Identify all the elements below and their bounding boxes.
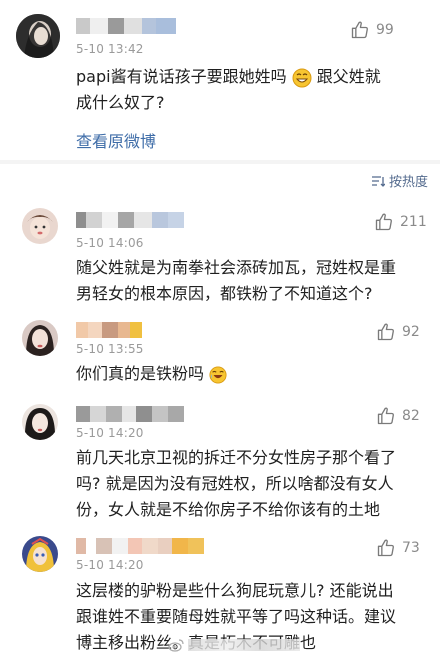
post-like-count: 99 bbox=[376, 22, 394, 38]
thumbs-up-icon bbox=[375, 213, 392, 231]
view-original-link[interactable]: 查看原微博 bbox=[76, 128, 156, 152]
comment-like-button[interactable]: 211 bbox=[374, 212, 427, 232]
comment-like-count: 82 bbox=[402, 408, 420, 424]
comment-timestamp: 5-10 14:20 bbox=[76, 426, 144, 440]
comment-text-line: 这层楼的驴粉是些什么狗屁玩意儿? 还能说出 bbox=[76, 581, 394, 600]
comment-like-button[interactable]: 82 bbox=[376, 406, 420, 426]
original-post: 5-10 13:42 99 papi酱有说话孩子要跟她姓吗 跟父姓就 成什么奴了… bbox=[0, 0, 440, 160]
avatar[interactable] bbox=[22, 404, 58, 440]
comment-timestamp: 5-10 13:55 bbox=[76, 342, 144, 356]
comment-text-line: 前几天北京卫视的拆迁不分女性房子那个看了 bbox=[76, 448, 397, 467]
watermark bbox=[168, 638, 300, 652]
comment-text-line: 男轻女的根本原因，都铁粉了不知道这个? bbox=[76, 284, 373, 303]
comment-like-button[interactable]: 92 bbox=[376, 322, 420, 342]
comment-text-line: 吗? 就是因为没有冠姓权，所以啥都没有女人 bbox=[76, 474, 394, 493]
comment-text-line: 你们真的是铁粉吗 bbox=[76, 364, 205, 383]
post-text-line1b: 跟父姓就 bbox=[316, 67, 381, 86]
post-text-line1: papi酱有说话孩子要跟她姓吗 bbox=[76, 67, 287, 86]
thumbs-up-icon bbox=[377, 323, 394, 341]
comment-timestamp: 5-10 14:20 bbox=[76, 558, 144, 572]
comment-text: 你们真的是铁粉吗 bbox=[76, 361, 227, 387]
comment-timestamp: 5-10 14:06 bbox=[76, 236, 144, 250]
avatar[interactable] bbox=[22, 208, 58, 244]
thumbs-up-icon bbox=[377, 407, 394, 425]
comment-text: 前几天北京卫视的拆迁不分女性房子那个看了 吗? 就是因为没有冠姓权，所以啥都没有… bbox=[76, 445, 396, 523]
avatar[interactable] bbox=[22, 536, 58, 572]
comment-like-button[interactable]: 73 bbox=[376, 538, 420, 558]
avatar[interactable] bbox=[16, 14, 60, 58]
comment-text-line: 随父姓就是为南拳社会添砖加瓦，冠姓权是重 bbox=[76, 258, 397, 277]
comment-item: 5-10 14:20 82 前几天北京卫视的拆迁不分女性房子那个看了 吗? 就是… bbox=[0, 396, 440, 524]
post-timestamp: 5-10 13:42 bbox=[76, 42, 144, 56]
comment-text: 随父姓就是为南拳社会添砖加瓦，冠姓权是重 男轻女的根本原因，都铁粉了不知道这个? bbox=[76, 255, 396, 307]
thumbs-up-icon bbox=[351, 21, 368, 39]
thumbs-up-icon bbox=[377, 539, 394, 557]
weibo-logo-icon bbox=[168, 639, 184, 652]
grin-emoji-icon bbox=[292, 68, 312, 87]
laugh-cry-emoji-icon bbox=[209, 365, 227, 384]
avatar[interactable] bbox=[22, 320, 58, 356]
username-blurred[interactable] bbox=[76, 212, 184, 228]
post-like-button[interactable]: 99 bbox=[350, 20, 394, 40]
comment-text-line: 份，女人就是不给你房子不给你该有的土地 bbox=[76, 500, 381, 519]
sort-label: 按热度 bbox=[388, 175, 428, 190]
avatar-image bbox=[22, 536, 58, 572]
username-blurred[interactable] bbox=[76, 322, 142, 338]
username-blurred[interactable] bbox=[76, 406, 184, 422]
comment-like-count: 73 bbox=[402, 540, 420, 556]
section-divider bbox=[0, 160, 440, 164]
post-text-line2: 成什么奴了? bbox=[76, 93, 165, 112]
sort-by-hot-button[interactable]: 按热度 bbox=[371, 171, 428, 190]
comment-like-count: 92 bbox=[402, 324, 420, 340]
avatar-image bbox=[16, 14, 60, 58]
comment-item: 5-10 14:06 211 随父姓就是为南拳社会添砖加瓦，冠姓权是重 男轻女的… bbox=[0, 200, 440, 308]
comment-text-line: 跟谁姓不重要随母姓就平等了吗这种话。建议 bbox=[76, 607, 397, 626]
avatar-image bbox=[22, 404, 58, 440]
post-text: papi酱有说话孩子要跟她姓吗 跟父姓就 成什么奴了? bbox=[76, 64, 381, 116]
username-blurred[interactable] bbox=[76, 538, 220, 554]
avatar-image bbox=[22, 208, 58, 244]
comment-item: 5-10 13:55 92 你们真的是铁粉吗 bbox=[0, 312, 440, 392]
username-blurred[interactable] bbox=[76, 18, 176, 34]
comment-like-count: 211 bbox=[400, 214, 427, 230]
avatar-image bbox=[22, 320, 58, 356]
sort-icon bbox=[371, 175, 385, 187]
